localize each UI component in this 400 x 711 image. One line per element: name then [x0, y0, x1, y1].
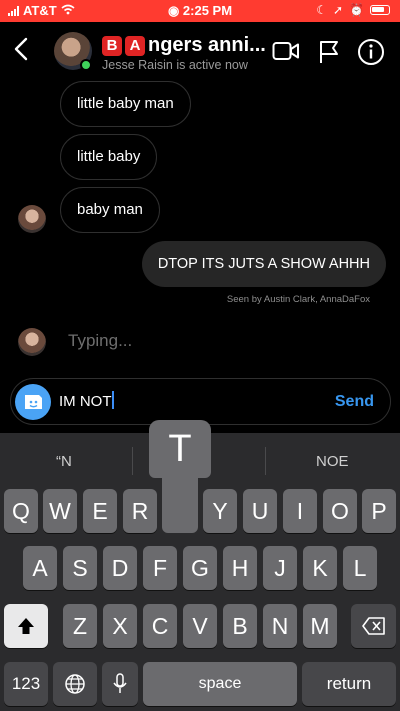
- key-e[interactable]: E: [83, 489, 117, 533]
- dictation-key[interactable]: [102, 662, 138, 706]
- title-badge-b: B: [102, 35, 122, 56]
- flag-icon[interactable]: [318, 40, 340, 69]
- suggestion-1[interactable]: “N: [56, 453, 72, 470]
- key-n[interactable]: N: [263, 604, 297, 648]
- alarm-icon: ⏰: [349, 3, 364, 17]
- key-v[interactable]: V: [183, 604, 217, 648]
- key-popup-t: T: [149, 420, 211, 533]
- message-input[interactable]: IM NOT: [59, 379, 114, 424]
- return-key[interactable]: return: [302, 662, 396, 706]
- chat-header: B A ngers anni... Jesse Raisin is active…: [0, 22, 400, 82]
- online-status-dot: [80, 59, 92, 71]
- key-j[interactable]: J: [263, 546, 297, 590]
- sender-avatar[interactable]: [18, 205, 46, 233]
- video-call-icon[interactable]: [272, 40, 300, 67]
- chat-title[interactable]: B A ngers anni...: [102, 34, 266, 57]
- key-k[interactable]: K: [303, 546, 337, 590]
- text-caret: [111, 391, 114, 409]
- key-q[interactable]: Q: [4, 489, 38, 533]
- message-bubble-incoming[interactable]: little baby: [60, 134, 158, 180]
- key-a[interactable]: A: [23, 546, 57, 590]
- send-button[interactable]: Send: [335, 379, 374, 424]
- status-bar: AT&T ◉ 2:25 PM ☾ ➚ ⏰: [0, 0, 400, 22]
- key-b[interactable]: B: [223, 604, 257, 648]
- chat-title-text: ngers anni...: [148, 34, 266, 56]
- key-w[interactable]: W: [43, 489, 77, 533]
- sticker-camera-icon[interactable]: [15, 384, 51, 420]
- key-popup-stem: [162, 470, 198, 533]
- numbers-key[interactable]: 123: [4, 662, 48, 706]
- suggestion-3[interactable]: NOE: [316, 453, 349, 470]
- call-active-icon: ◉: [167, 3, 180, 18]
- backspace-icon: [361, 617, 385, 635]
- key-m[interactable]: M: [303, 604, 337, 648]
- globe-key[interactable]: [53, 662, 97, 706]
- space-key[interactable]: space: [143, 662, 297, 706]
- active-status: Jesse Raisin is active now: [102, 58, 248, 72]
- typing-indicator: Typing...: [68, 331, 133, 350]
- key-p[interactable]: P: [362, 489, 396, 533]
- key-u[interactable]: U: [243, 489, 277, 533]
- key-g[interactable]: G: [183, 546, 217, 590]
- globe-icon: [65, 674, 85, 694]
- message-bubble-incoming[interactable]: baby man: [60, 187, 160, 233]
- shift-key[interactable]: [4, 604, 48, 648]
- seen-receipt: Seen by Austin Clark, AnnaDaFox: [226, 294, 370, 305]
- status-right: ☾ ➚ ⏰: [316, 3, 390, 17]
- key-l[interactable]: L: [343, 546, 377, 590]
- delete-key[interactable]: [351, 604, 396, 648]
- key-s[interactable]: S: [63, 546, 97, 590]
- shift-icon: [18, 618, 34, 634]
- key-d[interactable]: D: [103, 546, 137, 590]
- battery-icon: [370, 5, 390, 15]
- suggestion-divider: [265, 447, 266, 475]
- key-x[interactable]: X: [103, 604, 137, 648]
- message-bubble-outgoing[interactable]: DTOP ITS JUTS A SHOW AHHH: [141, 241, 386, 287]
- key-h[interactable]: H: [223, 546, 257, 590]
- key-z[interactable]: Z: [63, 604, 97, 648]
- back-icon[interactable]: [14, 37, 28, 68]
- message-bubble-incoming[interactable]: little baby man: [60, 81, 191, 127]
- suggestion-divider: [132, 447, 133, 475]
- key-f[interactable]: F: [143, 546, 177, 590]
- microphone-icon: [113, 673, 127, 693]
- key-i[interactable]: I: [283, 489, 317, 533]
- title-badge-a: A: [125, 35, 145, 56]
- moon-icon: ☾: [316, 3, 327, 17]
- key-o[interactable]: O: [323, 489, 357, 533]
- message-composer[interactable]: IM NOT Send: [10, 378, 391, 425]
- typing-avatar: [18, 328, 46, 356]
- info-icon[interactable]: [357, 38, 385, 71]
- key-popup-letter: T: [149, 420, 211, 478]
- key-c[interactable]: C: [143, 604, 177, 648]
- location-icon: ➚: [332, 3, 344, 17]
